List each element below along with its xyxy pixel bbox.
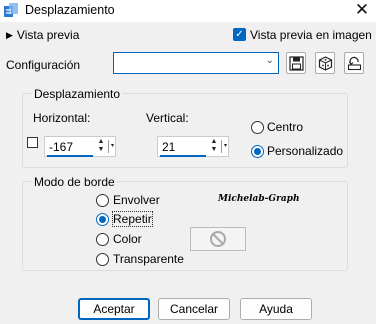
vertical-label: Vertical: [146,111,189,125]
preview-on-image-checkbox[interactable]: ✓ [233,28,246,41]
watermark-text: Michelab-Graph [218,194,300,204]
radio-centro[interactable] [251,121,264,134]
preview-expander-label: Vista previa [16,28,80,42]
reset-icon [347,56,362,71]
offset-group-title: Desplazamiento [32,87,123,101]
edge-mode-group-title: Modo de borde [32,175,117,189]
horizontal-value: -167 [49,140,74,154]
horizontal-spinbox[interactable]: -167 ▲ ▼ ▾ [44,136,116,157]
preview-on-image-label: Vista previa en imagen [250,28,372,42]
randomize-button[interactable] [315,52,335,74]
color-swatch-disabled[interactable] [190,227,246,251]
help-button[interactable]: Ayuda [240,298,312,320]
horizontal-label: Horizontal: [33,111,91,125]
preview-expander[interactable]: ▶ Vista previa [6,28,79,42]
config-label: Configuración [6,58,81,72]
spin-up-down-icon[interactable]: ▲ ▼ [208,138,220,155]
spin-dropdown-icon[interactable]: ▾ [108,140,114,153]
chevron-down-icon: ⌄ [265,55,274,66]
close-icon[interactable]: ✕ [350,0,374,20]
window-title: Desplazamiento [25,3,115,17]
vertical-spinbox[interactable]: 21 ▲ ▼ ▾ [157,136,229,157]
cancel-button[interactable]: Cancelar [158,298,230,320]
radio-centro-label: Centro [267,120,304,134]
ok-button[interactable]: Aceptar [78,298,150,320]
radio-personalizado[interactable] [251,145,264,158]
horizontal-checkbox[interactable] [27,137,38,148]
radio-transparente-label: Transparente [113,252,184,266]
radio-color-label: Color [113,232,142,246]
spin-up-down-icon[interactable]: ▲ ▼ [95,138,107,155]
radio-color[interactable] [96,233,109,246]
save-icon [289,56,304,71]
focus-underline [160,155,206,157]
spin-dropdown-icon[interactable]: ▾ [221,140,227,153]
reset-button[interactable] [344,52,364,74]
radio-repetir[interactable] [96,213,109,226]
radio-personalizado-label: Personalizado [267,144,344,158]
randomize-dice-icon [318,56,333,71]
expand-arrow-icon: ▶ [6,30,13,40]
vertical-value: 21 [162,140,176,154]
focus-underline [47,155,93,157]
radio-repetir-label: Repetir [112,211,153,227]
no-color-icon [210,231,226,247]
radio-transparente[interactable] [96,253,109,266]
app-icon [3,2,20,19]
save-preset-button[interactable] [286,52,306,74]
config-dropdown[interactable]: ⌄ [113,52,279,74]
radio-envolver[interactable] [96,194,109,207]
radio-envolver-label: Envolver [113,193,160,207]
